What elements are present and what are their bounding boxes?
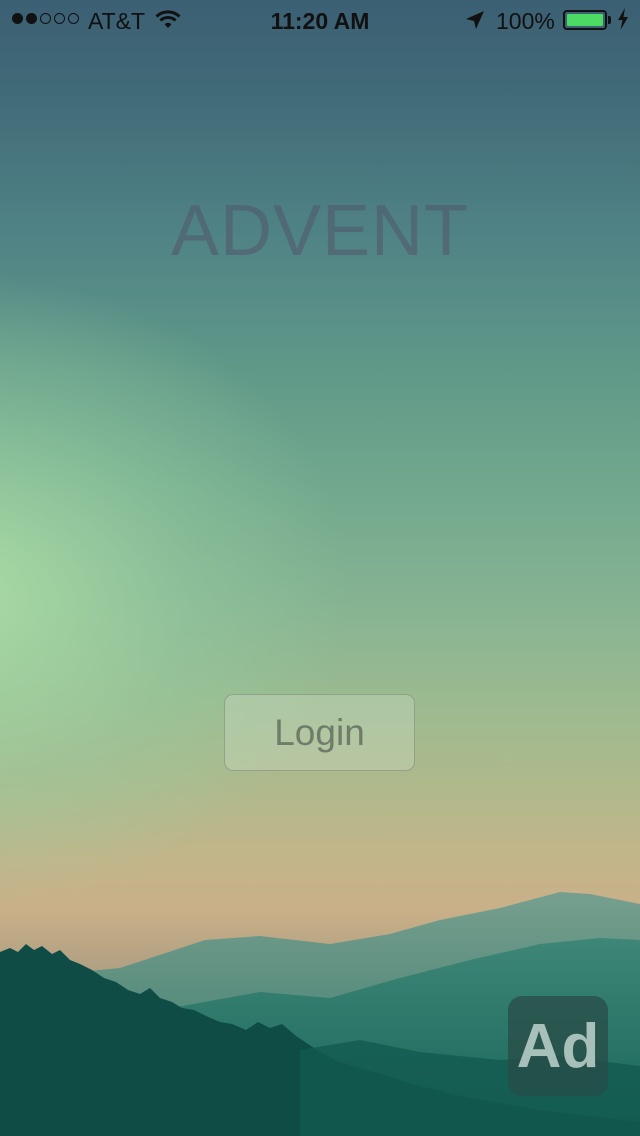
location-arrow-icon bbox=[465, 9, 485, 36]
app-title: ADVENT bbox=[170, 191, 470, 271]
charging-bolt-icon bbox=[617, 8, 629, 36]
battery-icon bbox=[563, 10, 607, 30]
battery-percentage: 100% bbox=[496, 8, 555, 34]
login-button[interactable]: Login bbox=[224, 694, 415, 771]
login-screen: AT&T 11:20 AM 100% ADVENT Login Ad bbox=[0, 0, 640, 1136]
status-bar: AT&T 11:20 AM 100% bbox=[0, 0, 640, 40]
battery-fill bbox=[567, 14, 603, 26]
ad-badge-button[interactable]: Ad bbox=[508, 996, 608, 1096]
battery-tip bbox=[608, 16, 611, 24]
